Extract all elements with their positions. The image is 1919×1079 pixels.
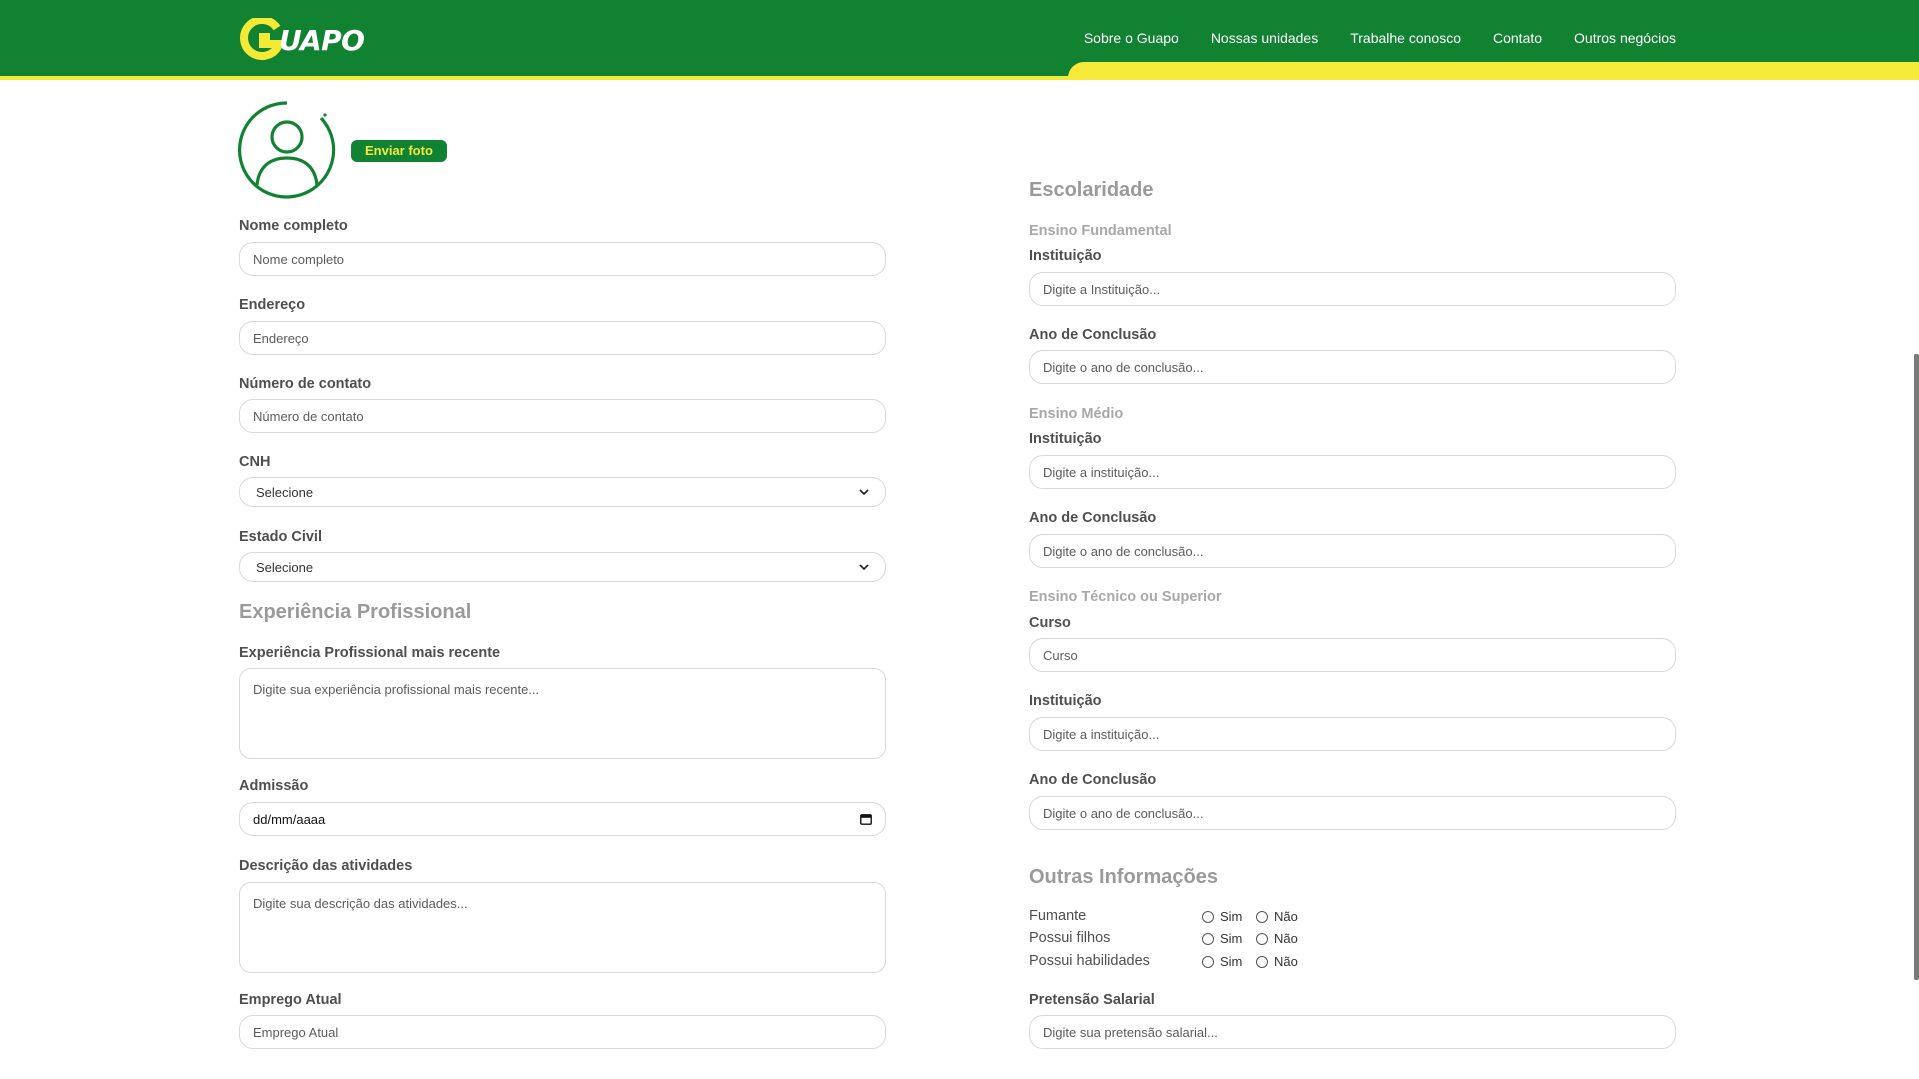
chevron-down-icon [859, 564, 869, 570]
page: UAPO Sobre o Guapo Nossas unidades Traba… [0, 0, 1919, 1079]
left-column: Nome completo Endereço Número de contato… [239, 0, 886, 1079]
radio-button[interactable] [1256, 955, 1268, 968]
experiencia-title: Experiência Profissional [239, 601, 472, 623]
fundamental-instituicao-label: Instituição [1029, 248, 1102, 264]
contato-label: Número de contato [239, 376, 372, 392]
radio-button[interactable] [1202, 955, 1214, 968]
possui-habilidades-label: Possui habilidades [1029, 953, 1150, 969]
fumante-row: Fumante Sim Não [1029, 906, 1429, 926]
radio-button[interactable] [1202, 910, 1214, 923]
pretensao-salarial-label: Pretensão Salarial [1029, 992, 1155, 1008]
tecnico-ano-label: Ano de Conclusão [1029, 772, 1157, 788]
medio-instituicao-input[interactable] [1029, 455, 1676, 489]
radio-text: Não [1274, 931, 1298, 946]
radio-text: Sim [1220, 954, 1243, 969]
tecnico-instituicao-label: Instituição [1029, 693, 1102, 709]
cnh-select[interactable]: Selecione [239, 477, 886, 507]
radio-text: Sim [1220, 909, 1243, 924]
descricao-textarea[interactable] [239, 882, 886, 973]
tecnico-title: Ensino Técnico ou Superior [1029, 589, 1222, 605]
possui-filhos-row: Possui filhos Sim Não [1029, 928, 1429, 948]
estado-civil-select-value: Selecione [256, 559, 314, 575]
descricao-label: Descrição das atividades [239, 858, 413, 874]
fumante-nao-option[interactable]: Não [1256, 909, 1298, 924]
radio-text: Sim [1220, 931, 1243, 946]
possui-habilidades-sim-option[interactable]: Sim [1202, 954, 1242, 969]
possui-habilidades-row: Possui habilidades Sim Não [1029, 951, 1429, 971]
radio-text: Não [1274, 954, 1298, 969]
possui-filhos-nao-option[interactable]: Não [1256, 931, 1298, 946]
nome-label: Nome completo [239, 218, 348, 234]
radio-button[interactable] [1202, 932, 1214, 945]
medio-ano-label: Ano de Conclusão [1029, 510, 1157, 526]
radio-text: Não [1274, 909, 1298, 924]
nome-input[interactable] [239, 242, 886, 276]
emprego-atual-input[interactable] [239, 1015, 886, 1049]
cnh-select-value: Selecione [256, 484, 314, 500]
experiencia-recente-textarea[interactable] [239, 668, 886, 759]
tecnico-ano-input[interactable] [1029, 796, 1676, 830]
fundamental-ano-label: Ano de Conclusão [1029, 327, 1157, 343]
estado-civil-label: Estado Civil [239, 529, 322, 545]
page-scrollbar[interactable] [1914, 354, 1919, 980]
pretensao-salarial-input[interactable] [1029, 1015, 1676, 1049]
cnh-label: CNH [239, 454, 271, 470]
admissao-date-input[interactable]: dd/mm/aaaa [239, 802, 886, 836]
chevron-down-icon [859, 489, 869, 495]
fundamental-ano-input[interactable] [1029, 350, 1676, 384]
possui-habilidades-nao-option[interactable]: Não [1256, 954, 1298, 969]
medio-title: Ensino Médio [1029, 406, 1124, 422]
tecnico-instituicao-input[interactable] [1029, 717, 1676, 751]
experiencia-recente-label: Experiência Profissional mais recente [239, 645, 501, 661]
escolaridade-title: Escolaridade [1029, 179, 1154, 201]
fumante-sim-option[interactable]: Sim [1202, 909, 1242, 924]
radio-button[interactable] [1256, 932, 1268, 945]
outras-informacoes-title: Outras Informações [1029, 866, 1218, 888]
admissao-date-value: dd/mm/aaaa [253, 811, 326, 827]
calendar-icon[interactable] [860, 813, 872, 825]
radio-button[interactable] [1256, 910, 1268, 923]
possui-filhos-sim-option[interactable]: Sim [1202, 931, 1242, 946]
fundamental-instituicao-input[interactable] [1029, 272, 1676, 306]
endereco-label: Endereço [239, 297, 306, 313]
contato-input[interactable] [239, 399, 886, 433]
endereco-input[interactable] [239, 321, 886, 355]
medio-instituicao-label: Instituição [1029, 431, 1102, 447]
fundamental-title: Ensino Fundamental [1029, 223, 1172, 239]
medio-ano-input[interactable] [1029, 534, 1676, 568]
curso-input[interactable] [1029, 638, 1676, 672]
curso-label: Curso [1029, 615, 1071, 631]
emprego-atual-label: Emprego Atual [239, 992, 342, 1008]
possui-filhos-label: Possui filhos [1029, 930, 1111, 946]
right-column: Escolaridade Ensino Fundamental Institui… [1029, 0, 1676, 1079]
admissao-label: Admissão [239, 778, 309, 794]
estado-civil-select[interactable]: Selecione [239, 552, 886, 582]
fumante-label: Fumante [1029, 908, 1087, 924]
